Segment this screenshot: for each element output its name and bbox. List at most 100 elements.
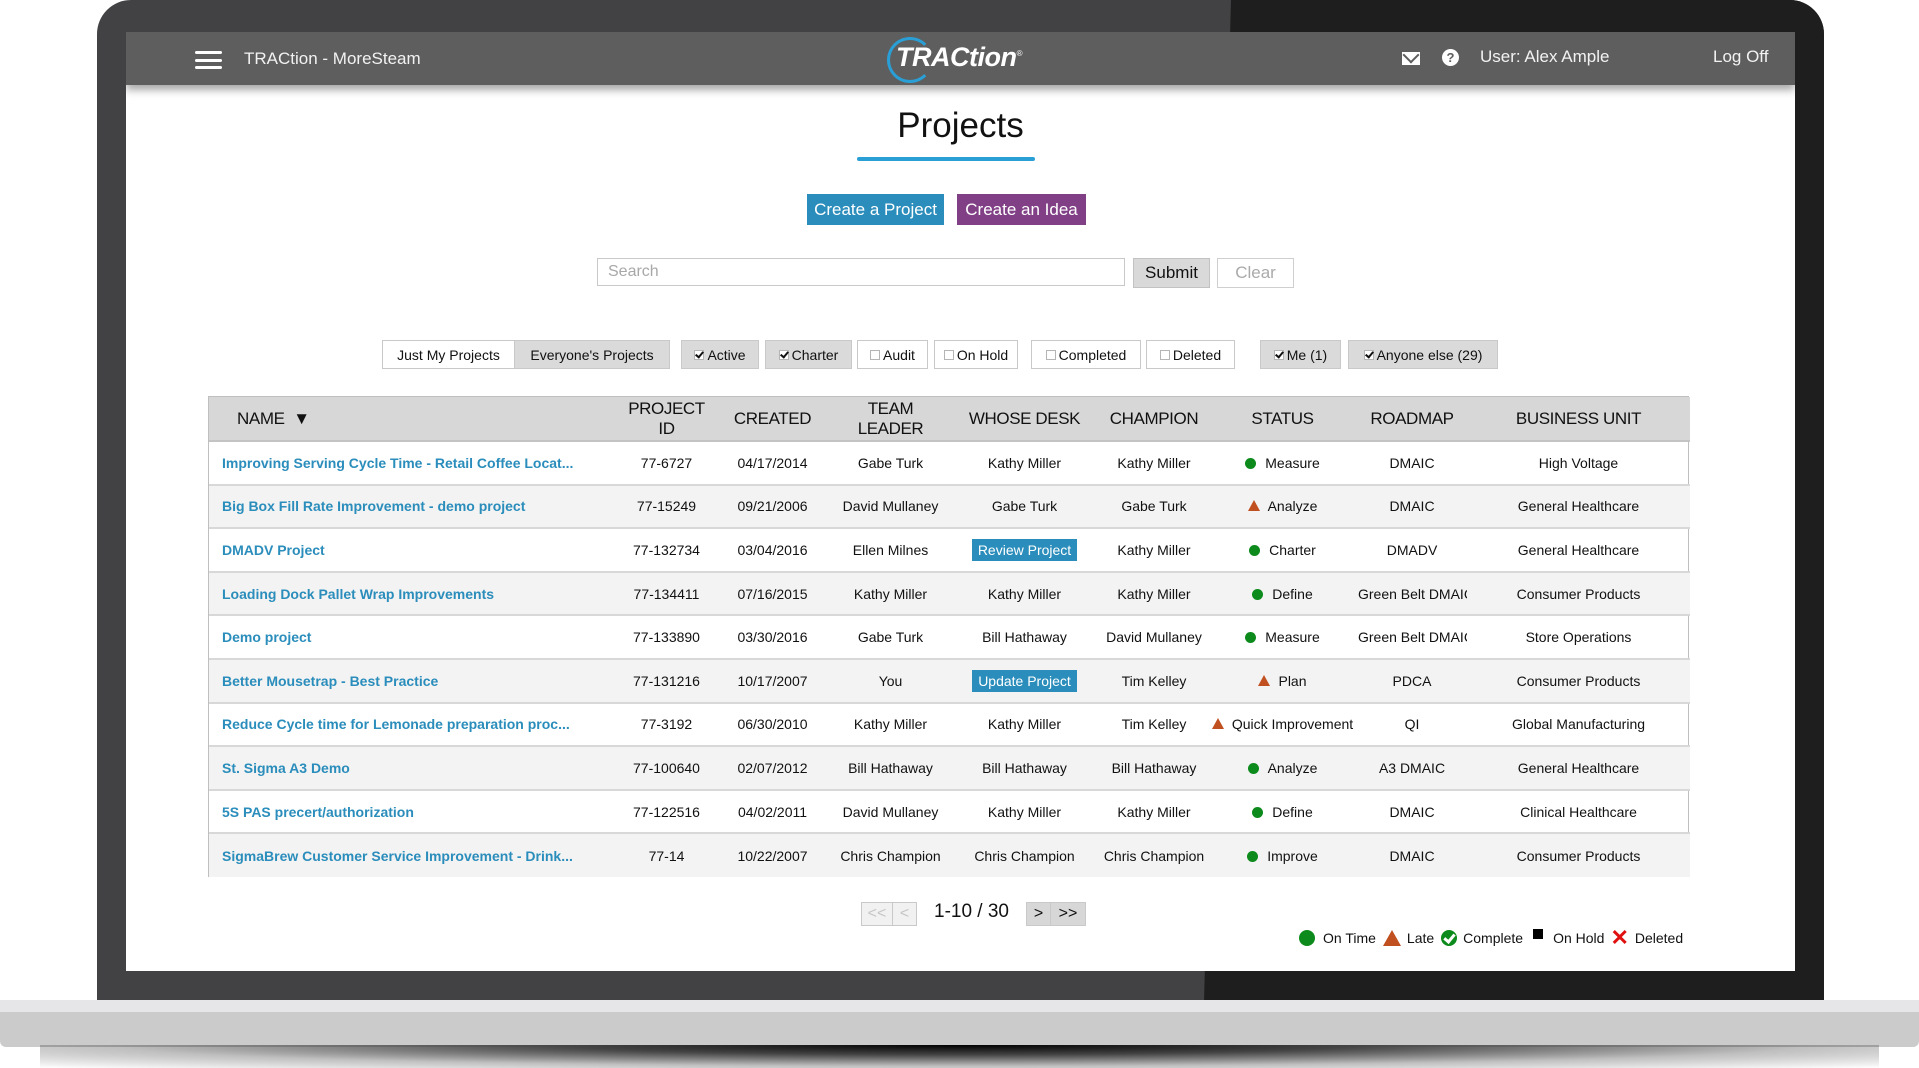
- checkbox-icon[interactable]: [694, 349, 705, 360]
- legend-on-hold: On Hold: [1553, 930, 1605, 946]
- cell-whose-desk: Chris Champion: [949, 833, 1100, 877]
- checkbox-icon[interactable]: [1045, 349, 1056, 360]
- project-link[interactable]: 5S PAS precert/authorization: [222, 804, 414, 820]
- whose-desk: Chris Champion: [974, 847, 1075, 864]
- help-icon[interactable]: ?: [1442, 49, 1459, 66]
- filter-on-hold[interactable]: On Hold: [934, 340, 1018, 369]
- cell-name: SigmaBrew Customer Service Improvement -…: [209, 833, 620, 877]
- column-header-champion[interactable]: CHAMPION: [1100, 397, 1208, 442]
- project-link[interactable]: Loading Dock Pallet Wrap Improvements: [222, 586, 494, 602]
- checkbox-icon[interactable]: [1363, 349, 1374, 360]
- late-icon: [1211, 718, 1224, 730]
- checkbox-icon[interactable]: [1273, 349, 1284, 360]
- cell-project-id: 77-131216: [633, 672, 700, 689]
- traction-logo[interactable]: TRACtion®: [884, 34, 1029, 84]
- page-count: 1-10 / 30: [934, 901, 1009, 922]
- mail-icon[interactable]: [1402, 52, 1420, 65]
- filter-audit[interactable]: Audit: [857, 340, 928, 369]
- project-link[interactable]: Better Mousetrap - Best Practice: [222, 673, 438, 689]
- project-link[interactable]: Improving Serving Cycle Time - Retail Co…: [222, 455, 573, 471]
- filter-everyones-projects[interactable]: Everyone's Projects: [514, 340, 670, 369]
- cell-team-leader: Kathy Miller: [853, 585, 928, 602]
- filter-just-my-projects[interactable]: Just My Projects: [382, 340, 515, 369]
- checkbox-icon[interactable]: [778, 349, 789, 360]
- cell-created: 06/30/2010: [737, 716, 808, 733]
- search-input[interactable]: [597, 258, 1125, 286]
- status-legend: On Time Late Complete On Hold ✕ Deleted: [1299, 927, 1683, 949]
- cell-whose-desk: Bill Hathaway: [949, 746, 1100, 790]
- laptop-base: [0, 1012, 1919, 1047]
- cell-name: Improving Serving Cycle Time - Retail Co…: [209, 441, 620, 485]
- cell-team-leader: Gabe Turk: [857, 454, 924, 471]
- cell-status: Define: [1208, 790, 1357, 834]
- project-link[interactable]: Demo project: [222, 629, 311, 645]
- last-page-button[interactable]: >>: [1050, 902, 1086, 926]
- submit-button[interactable]: Submit: [1133, 258, 1210, 288]
- filter-charter[interactable]: Charter: [765, 340, 852, 369]
- filter-active[interactable]: Active: [681, 340, 759, 369]
- project-link[interactable]: Reduce Cycle time for Lemonade preparati…: [222, 716, 570, 732]
- logo-text: TRACtion®: [896, 42, 1022, 72]
- clear-button[interactable]: Clear: [1217, 258, 1294, 288]
- project-link[interactable]: St. Sigma A3 Demo: [222, 760, 350, 776]
- cell-whose-desk: Update Project: [949, 659, 1100, 703]
- cell-status: Charter: [1208, 528, 1357, 572]
- cell-status: Analyze: [1208, 746, 1357, 790]
- filter-deleted[interactable]: Deleted: [1146, 340, 1235, 369]
- user-label: User: Alex Ample: [1480, 47, 1610, 66]
- cell-project-id: 77-100640: [633, 759, 700, 776]
- cell-team-leader: Chris Champion: [840, 847, 941, 864]
- cell-name: Big Box Fill Rate Improvement - demo pro…: [209, 485, 620, 529]
- column-header-name[interactable]: NAME ▼: [209, 397, 620, 442]
- late-icon: [1247, 500, 1260, 512]
- project-link[interactable]: SigmaBrew Customer Service Improvement -…: [222, 848, 573, 864]
- desk-action-button[interactable]: Update Project: [972, 669, 1077, 692]
- hamburger-menu-icon[interactable]: [195, 51, 222, 69]
- project-link[interactable]: Big Box Fill Rate Improvement - demo pro…: [222, 498, 525, 514]
- prev-page-button[interactable]: <: [892, 902, 917, 926]
- cell-whose-desk: Review Project: [949, 528, 1100, 572]
- cell-roadmap: Green Belt DMAIC: [1358, 585, 1467, 602]
- on-time-icon: [1252, 588, 1264, 600]
- column-header-roadmap[interactable]: ROADMAP: [1357, 397, 1467, 442]
- filter-anyone-else[interactable]: Anyone else (29): [1348, 340, 1498, 369]
- checkbox-icon[interactable]: [870, 349, 881, 360]
- column-header-whose-desk[interactable]: WHOSE DESK: [949, 397, 1100, 442]
- cell-champion: Tim Kelley: [1121, 716, 1187, 733]
- cell-roadmap: DMAIC: [1389, 498, 1435, 515]
- create-project-button[interactable]: Create a Project: [807, 194, 944, 225]
- title-underline: [857, 157, 1035, 161]
- cell-project-id: 77-15249: [636, 498, 697, 515]
- on-time-icon: [1245, 632, 1257, 644]
- cell-champion: Tim Kelley: [1121, 672, 1187, 689]
- project-link[interactable]: DMADV Project: [222, 542, 325, 558]
- sort-desc-icon[interactable]: ▼: [293, 409, 310, 428]
- table-row: DMADV Project 77-132734 03/04/2016 Ellen Mi…: [209, 528, 1690, 572]
- column-header-status[interactable]: STATUS: [1208, 397, 1357, 442]
- on-time-icon: [1249, 544, 1261, 556]
- cell-team-leader: Kathy Miller: [853, 716, 928, 733]
- checkbox-icon[interactable]: [943, 349, 954, 360]
- cell-team-leader: Gabe Turk: [857, 629, 924, 646]
- create-idea-button[interactable]: Create an Idea: [957, 194, 1086, 225]
- column-header-created[interactable]: CREATED: [713, 397, 832, 442]
- cell-champion: Chris Champion: [1103, 847, 1205, 864]
- next-page-button[interactable]: >: [1026, 902, 1051, 926]
- filter-completed[interactable]: Completed: [1031, 340, 1141, 369]
- legend-complete: Complete: [1463, 930, 1524, 946]
- column-header-business-unit[interactable]: BUSINESS UNIT: [1467, 397, 1690, 442]
- cell-created: 09/21/2006: [737, 498, 808, 515]
- log-off-link[interactable]: Log Off: [1713, 47, 1768, 67]
- first-page-button[interactable]: <<: [861, 902, 893, 926]
- cell-business-unit: Consumer Products: [1516, 585, 1641, 602]
- cell-business-unit: Clinical Healthcare: [1520, 803, 1637, 820]
- desk-action-button[interactable]: Review Project: [971, 538, 1078, 561]
- projects-table: NAME ▼ PROJECT ID CREATED TEAM LEADER WH…: [208, 396, 1690, 877]
- cell-roadmap: DMAIC: [1389, 803, 1435, 820]
- cell-status: Measure: [1208, 615, 1357, 659]
- checkbox-icon[interactable]: [1159, 349, 1170, 360]
- deleted-icon: ✕: [1610, 925, 1629, 950]
- column-header-project-id[interactable]: PROJECT ID: [620, 397, 713, 442]
- filter-me[interactable]: Me (1): [1260, 340, 1341, 369]
- column-header-team-leader[interactable]: TEAM LEADER: [832, 397, 949, 442]
